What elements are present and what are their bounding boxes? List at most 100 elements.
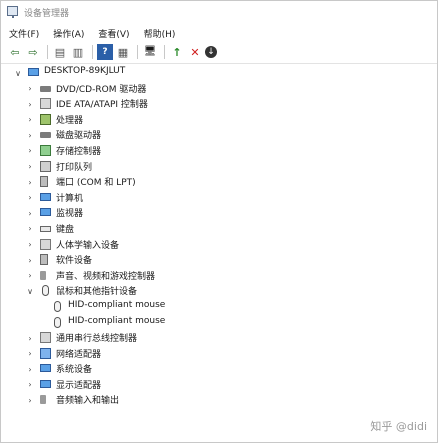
usb-icon bbox=[40, 332, 51, 344]
tree-item-label: 打印队列 bbox=[56, 162, 93, 173]
tree-item-label: IDE ATA/ATAPI 控制器 bbox=[56, 100, 148, 111]
tree-item[interactable]: › 键盘 bbox=[1, 221, 437, 237]
chevron-right-icon[interactable]: › bbox=[25, 84, 35, 94]
uninstall-device-icon[interactable]: ✕ bbox=[187, 44, 203, 60]
disk-icon bbox=[40, 85, 51, 92]
chevron-right-icon[interactable]: › bbox=[25, 208, 35, 218]
display-icon bbox=[40, 379, 51, 388]
tree-item-label: HID-compliant mouse bbox=[68, 299, 166, 310]
tree-item-label: 网络适配器 bbox=[56, 349, 102, 360]
title-bar: 设备管理器 bbox=[1, 1, 437, 23]
tree-item[interactable]: › 音频输入和输出 bbox=[1, 392, 437, 408]
hid-icon bbox=[40, 238, 51, 250]
back-arrow-icon[interactable]: ⇦ bbox=[7, 44, 23, 60]
chevron-right-icon[interactable]: › bbox=[25, 333, 35, 343]
help-icon[interactable]: ? bbox=[97, 44, 113, 60]
chevron-right-icon[interactable]: › bbox=[25, 162, 35, 172]
menu-help[interactable]: 帮助(H) bbox=[144, 27, 176, 40]
mouse-icon bbox=[54, 300, 61, 312]
tree-item[interactable]: › 存储控制器 bbox=[1, 143, 437, 159]
tree-item-label: 键盘 bbox=[56, 224, 75, 235]
audio-icon bbox=[40, 395, 46, 405]
controller-icon bbox=[40, 98, 51, 110]
chevron-right-icon[interactable]: › bbox=[25, 395, 35, 405]
toolbar-separator bbox=[137, 45, 138, 59]
toolbar: ⇦ ⇨ ▤ ▥ ? ▦ 🖥 ↑ ✕ ↓ bbox=[1, 41, 437, 63]
toolbar-divider bbox=[1, 63, 437, 64]
tree-item[interactable]: › 端口 (COM 和 LPT) bbox=[1, 174, 437, 190]
tree-item-label: DVD/CD-ROM 驱动器 bbox=[56, 84, 147, 95]
menu-file[interactable]: 文件(F) bbox=[9, 27, 39, 40]
tree-child-item[interactable]: HID-compliant mouse bbox=[1, 315, 437, 331]
view-resources-icon[interactable]: ▥ bbox=[70, 44, 86, 60]
tree-item-label: 存储控制器 bbox=[56, 146, 102, 157]
sound-icon bbox=[40, 270, 46, 280]
enable-device-icon[interactable]: ↑ bbox=[169, 44, 185, 60]
tree-item-label: 声音、视频和游戏控制器 bbox=[56, 271, 156, 282]
tree-item[interactable]: › DVD/CD-ROM 驱动器 bbox=[1, 81, 437, 97]
tree-item-label: 通用串行总线控制器 bbox=[56, 334, 138, 345]
tree-item[interactable]: › 打印队列 bbox=[1, 159, 437, 175]
chevron-right-icon[interactable]: › bbox=[25, 240, 35, 250]
tree-item-label: 显示适配器 bbox=[56, 380, 102, 391]
window-title: 设备管理器 bbox=[24, 9, 70, 19]
tree-item-label: 系统设备 bbox=[56, 365, 93, 376]
tree-item[interactable]: › 声音、视频和游戏控制器 bbox=[1, 268, 437, 284]
forward-arrow-icon[interactable]: ⇨ bbox=[25, 44, 41, 60]
computer-icon bbox=[28, 68, 39, 76]
chevron-right-icon[interactable]: › bbox=[25, 177, 35, 187]
scan-hardware-icon[interactable]: 🖥 bbox=[142, 44, 158, 60]
chevron-right-icon[interactable]: › bbox=[25, 115, 35, 125]
tree-item-label: 处理器 bbox=[56, 115, 84, 126]
tree-item-label: 计算机 bbox=[56, 193, 84, 204]
tree-item[interactable]: › 通用串行总线控制器 bbox=[1, 330, 437, 346]
chevron-right-icon[interactable]: › bbox=[25, 349, 35, 359]
tree-item[interactable]: › 磁盘驱动器 bbox=[1, 127, 437, 143]
chevron-down-icon[interactable]: ∨ bbox=[13, 68, 23, 78]
processor-icon bbox=[40, 113, 51, 125]
toolbar-separator bbox=[92, 45, 93, 59]
device-manager-app-icon bbox=[7, 6, 18, 18]
menu-view[interactable]: 查看(V) bbox=[98, 27, 129, 40]
tree-item[interactable]: › 计算机 bbox=[1, 190, 437, 206]
chevron-right-icon[interactable]: › bbox=[25, 193, 35, 203]
computer-icon bbox=[40, 192, 51, 201]
chevron-down-icon[interactable]: ∨ bbox=[25, 286, 35, 296]
tree-item-label: 鼠标和其他指针设备 bbox=[56, 287, 138, 298]
update-driver-icon[interactable]: ↓ bbox=[205, 46, 217, 58]
chevron-right-icon[interactable]: › bbox=[25, 255, 35, 265]
chevron-right-icon[interactable]: › bbox=[25, 146, 35, 156]
menu-action[interactable]: 操作(A) bbox=[53, 27, 84, 40]
chevron-right-icon[interactable]: › bbox=[25, 224, 35, 234]
properties-icon[interactable]: ▦ bbox=[115, 44, 131, 60]
chevron-right-icon[interactable]: › bbox=[25, 380, 35, 390]
monitor-icon bbox=[40, 208, 51, 217]
tree-item-label: 人体学输入设备 bbox=[56, 240, 120, 251]
device-manager-window: 设备管理器 文件(F) 操作(A) 查看(V) 帮助(H) ⇦ ⇨ ▤ ▥ ? … bbox=[0, 0, 438, 443]
network-icon bbox=[40, 347, 51, 359]
view-devices-icon[interactable]: ▤ bbox=[52, 44, 68, 60]
tree-item[interactable]: › 网络适配器 bbox=[1, 346, 437, 362]
tree-item[interactable]: › IDE ATA/ATAPI 控制器 bbox=[1, 96, 437, 112]
tree-item-label: 磁盘驱动器 bbox=[56, 131, 102, 142]
chevron-right-icon[interactable]: › bbox=[25, 364, 35, 374]
port-icon bbox=[40, 176, 48, 188]
chevron-right-icon[interactable]: › bbox=[25, 130, 35, 140]
tree-item[interactable]: › 监视器 bbox=[1, 205, 437, 221]
tree-item[interactable]: › 系统设备 bbox=[1, 361, 437, 377]
storage-icon bbox=[40, 144, 51, 156]
tree-item[interactable]: › 显示适配器 bbox=[1, 377, 437, 393]
tree-item[interactable]: › 软件设备 bbox=[1, 252, 437, 268]
tree-item[interactable]: › 处理器 bbox=[1, 112, 437, 128]
tree-root-computer[interactable]: ∨ DESKTOP-89KJLUT bbox=[1, 65, 437, 81]
tree-item[interactable]: › 人体学输入设备 bbox=[1, 237, 437, 253]
tree-item-label: 软件设备 bbox=[56, 256, 93, 267]
system-icon bbox=[40, 364, 51, 373]
disk-drive-icon bbox=[40, 132, 51, 139]
chevron-right-icon[interactable]: › bbox=[25, 99, 35, 109]
toolbar-separator bbox=[164, 45, 165, 59]
menu-bar: 文件(F) 操作(A) 查看(V) 帮助(H) bbox=[1, 25, 437, 41]
tree-item[interactable]: ∨ 鼠标和其他指针设备 bbox=[1, 283, 437, 299]
tree-child-item[interactable]: HID-compliant mouse bbox=[1, 299, 437, 315]
chevron-right-icon[interactable]: › bbox=[25, 271, 35, 281]
